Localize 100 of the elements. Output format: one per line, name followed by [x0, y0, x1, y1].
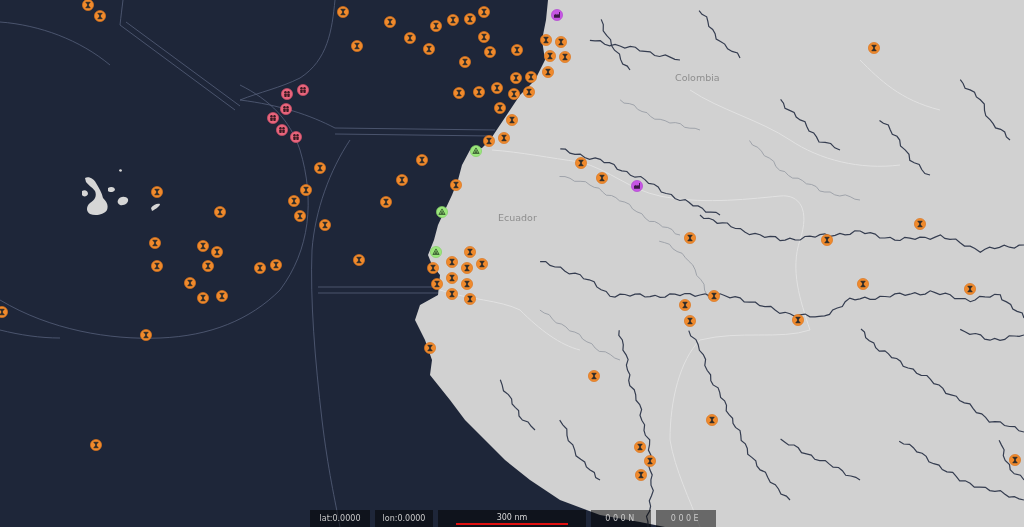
hourglass-marker-icon[interactable]	[494, 102, 506, 114]
hourglass-marker-icon[interactable]	[380, 196, 392, 208]
hourglass-marker-icon[interactable]	[214, 206, 226, 218]
hourglass-marker-icon[interactable]	[821, 234, 833, 246]
hourglass-marker-icon[interactable]	[464, 13, 476, 25]
hourglass-marker-icon[interactable]	[511, 44, 523, 56]
hourglass-marker-icon[interactable]	[706, 414, 718, 426]
hourglass-marker-icon[interactable]	[300, 184, 312, 196]
hourglass-marker-icon[interactable]	[427, 262, 439, 274]
hourglass-marker-icon[interactable]	[523, 86, 535, 98]
hourglass-marker-icon[interactable]	[478, 6, 490, 18]
hourglass-marker-icon[interactable]	[202, 260, 214, 272]
hourglass-marker-icon[interactable]	[483, 135, 495, 147]
hourglass-marker-icon[interactable]	[151, 260, 163, 272]
hourglass-marker-icon[interactable]	[446, 256, 458, 268]
hourglass-marker-icon[interactable]	[211, 246, 223, 258]
hourglass-marker-icon[interactable]	[491, 82, 503, 94]
hourglass-marker-icon[interactable]	[430, 20, 442, 32]
triangle-marker-icon[interactable]	[436, 206, 448, 218]
hourglass-marker-icon[interactable]	[288, 195, 300, 207]
triangle-marker-icon[interactable]	[430, 246, 442, 258]
people-marker-icon[interactable]	[290, 131, 302, 143]
hourglass-marker-icon[interactable]	[684, 315, 696, 327]
hourglass-marker-icon[interactable]	[644, 455, 656, 467]
hourglass-marker-icon[interactable]	[679, 299, 691, 311]
hourglass-marker-icon[interactable]	[424, 342, 436, 354]
hourglass-marker-icon[interactable]	[588, 370, 600, 382]
hourglass-marker-icon[interactable]	[506, 114, 518, 126]
hourglass-marker-icon[interactable]	[431, 278, 443, 290]
people-marker-icon[interactable]	[297, 84, 309, 96]
longitude-readout: lon:0.0000	[375, 510, 433, 527]
hourglass-marker-icon[interactable]	[94, 10, 106, 22]
hourglass-marker-icon[interactable]	[423, 43, 435, 55]
hourglass-marker-icon[interactable]	[270, 259, 282, 271]
hourglass-marker-icon[interactable]	[914, 218, 926, 230]
factory-marker-icon[interactable]	[551, 9, 563, 21]
hourglass-marker-icon[interactable]	[964, 283, 976, 295]
hourglass-marker-icon[interactable]	[484, 46, 496, 58]
hourglass-marker-icon[interactable]	[459, 56, 471, 68]
river-line	[878, 119, 931, 176]
hourglass-marker-icon[interactable]	[473, 86, 485, 98]
hourglass-marker-icon[interactable]	[525, 71, 537, 83]
hourglass-marker-icon[interactable]	[575, 157, 587, 169]
hourglass-marker-icon[interactable]	[151, 186, 163, 198]
hourglass-marker-icon[interactable]	[184, 277, 196, 289]
hourglass-marker-icon[interactable]	[708, 290, 720, 302]
hourglass-marker-icon[interactable]	[314, 162, 326, 174]
hourglass-marker-icon[interactable]	[353, 254, 365, 266]
hourglass-marker-icon[interactable]	[197, 292, 209, 304]
hourglass-marker-icon[interactable]	[450, 179, 462, 191]
hourglass-marker-icon[interactable]	[792, 314, 804, 326]
hourglass-marker-icon[interactable]	[540, 34, 552, 46]
hourglass-marker-icon[interactable]	[140, 329, 152, 341]
hourglass-marker-icon[interactable]	[453, 87, 465, 99]
people-marker-icon[interactable]	[281, 88, 293, 100]
hourglass-marker-icon[interactable]	[596, 172, 608, 184]
hourglass-marker-icon[interactable]	[404, 32, 416, 44]
hourglass-marker-icon[interactable]	[416, 154, 428, 166]
hourglass-marker-icon[interactable]	[254, 262, 266, 274]
hourglass-marker-icon[interactable]	[868, 42, 880, 54]
hourglass-marker-icon[interactable]	[82, 0, 94, 11]
hourglass-marker-icon[interactable]	[351, 40, 363, 52]
hourglass-marker-icon[interactable]	[634, 441, 646, 453]
hourglass-marker-icon[interactable]	[498, 132, 510, 144]
hourglass-marker-icon[interactable]	[197, 240, 209, 252]
hourglass-marker-icon[interactable]	[857, 278, 869, 290]
hourglass-marker-icon[interactable]	[559, 51, 571, 63]
people-marker-icon[interactable]	[267, 112, 279, 124]
hourglass-marker-icon[interactable]	[464, 246, 476, 258]
hourglass-marker-icon[interactable]	[319, 219, 331, 231]
hourglass-marker-icon[interactable]	[447, 14, 459, 26]
country-label: Ecuador	[498, 213, 537, 223]
triangle-marker-icon[interactable]	[470, 145, 482, 157]
hourglass-marker-icon[interactable]	[149, 237, 161, 249]
hourglass-marker-icon[interactable]	[216, 290, 228, 302]
hourglass-marker-icon[interactable]	[542, 66, 554, 78]
hourglass-marker-icon[interactable]	[555, 36, 567, 48]
hourglass-marker-icon[interactable]	[476, 258, 488, 270]
hourglass-marker-icon[interactable]	[1009, 454, 1021, 466]
factory-marker-icon[interactable]	[631, 180, 643, 192]
hourglass-marker-icon[interactable]	[294, 210, 306, 222]
hourglass-marker-icon[interactable]	[446, 288, 458, 300]
hourglass-marker-icon[interactable]	[478, 31, 490, 43]
hourglass-marker-icon[interactable]	[461, 278, 473, 290]
hourglass-marker-icon[interactable]	[396, 174, 408, 186]
hourglass-marker-icon[interactable]	[635, 469, 647, 481]
longitude-field: 000E	[656, 510, 716, 527]
hourglass-marker-icon[interactable]	[510, 72, 522, 84]
hourglass-marker-icon[interactable]	[461, 262, 473, 274]
hourglass-marker-icon[interactable]	[90, 439, 102, 451]
people-marker-icon[interactable]	[276, 124, 288, 136]
hourglass-marker-icon[interactable]	[544, 50, 556, 62]
people-marker-icon[interactable]	[280, 103, 292, 115]
hourglass-marker-icon[interactable]	[684, 232, 696, 244]
hourglass-marker-icon[interactable]	[337, 6, 349, 18]
hourglass-marker-icon[interactable]	[384, 16, 396, 28]
river-line	[499, 379, 536, 431]
hourglass-marker-icon[interactable]	[446, 272, 458, 284]
hourglass-marker-icon[interactable]	[464, 293, 476, 305]
hourglass-marker-icon[interactable]	[508, 88, 520, 100]
